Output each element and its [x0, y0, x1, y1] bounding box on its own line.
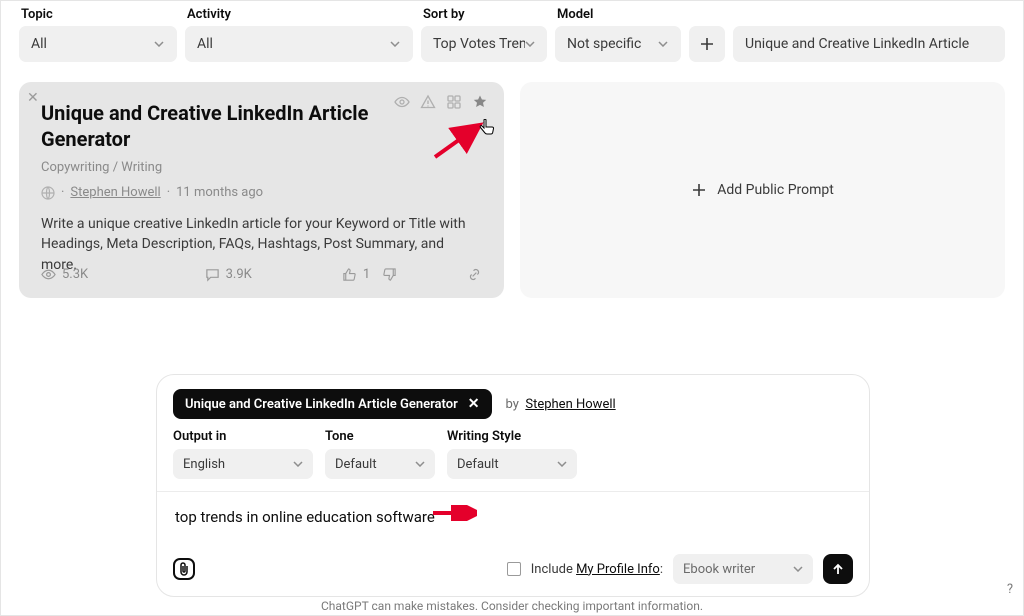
comment-icon — [205, 267, 220, 282]
include-checkbox[interactable] — [507, 562, 521, 576]
warning-icon[interactable] — [420, 94, 436, 110]
thumbs-down-icon[interactable] — [382, 267, 397, 282]
query-text: top trends in online education software — [175, 508, 435, 526]
style-select[interactable]: Default — [447, 449, 577, 479]
likes-count: 1 — [363, 267, 370, 282]
tone-select[interactable]: Default — [325, 449, 435, 479]
add-prompt-label: Add Public Prompt — [717, 182, 834, 198]
plus-icon — [700, 37, 714, 51]
chevron-down-icon — [793, 566, 803, 572]
by-label: by — [506, 397, 519, 412]
model-label: Model — [555, 7, 681, 22]
chevron-down-icon — [153, 38, 165, 50]
compose-panel: Unique and Creative LinkedIn Article Gen… — [156, 374, 870, 597]
eye-icon[interactable] — [394, 94, 410, 110]
stat-comments: 3.9K — [205, 267, 252, 282]
eye-icon — [41, 267, 56, 282]
style-value: Default — [457, 457, 499, 472]
filter-bar: Topic All Activity All Sort by Top Votes… — [1, 1, 1023, 70]
comments-count: 3.9K — [226, 267, 252, 282]
star-icon[interactable] — [472, 94, 488, 110]
prompt-meta: · Stephen Howell · 11 months ago — [41, 185, 482, 200]
profile-link[interactable]: My Profile Info — [576, 562, 660, 577]
help-button[interactable]: ? — [1007, 582, 1013, 597]
prompt-age: 11 months ago — [176, 185, 263, 200]
grid-icon[interactable] — [446, 94, 462, 110]
chip-close-icon[interactable]: ✕ — [468, 396, 480, 412]
stat-views: 5.3K — [41, 267, 88, 282]
card-grid: ✕ Unique and Creative LinkedIn Article G… — [1, 70, 1023, 310]
prompt-category: Copywriting / Writing — [41, 160, 482, 175]
close-icon[interactable]: ✕ — [27, 90, 39, 106]
prompt-stats: 5.3K 3.9K 1 — [41, 267, 482, 282]
thumbs-up-icon[interactable] — [342, 267, 357, 282]
prompt-card[interactable]: ✕ Unique and Creative LinkedIn Article G… — [19, 82, 504, 298]
sort-label: Sort by — [421, 7, 547, 22]
chevron-down-icon — [525, 38, 535, 50]
attach-button[interactable] — [173, 558, 195, 580]
tone-value: Default — [335, 457, 377, 472]
plus-icon — [691, 182, 707, 198]
add-filter-button[interactable] — [689, 26, 725, 62]
tone-label: Tone — [325, 429, 435, 444]
query-input[interactable]: top trends in online education software — [173, 504, 853, 530]
stat-likes: 1 — [342, 267, 397, 282]
model-value: Not specific — [567, 36, 641, 52]
arrow-up-icon — [831, 562, 845, 576]
sort-select[interactable]: Top Votes Trendin — [421, 26, 547, 62]
search-value: Unique and Creative LinkedIn Article — [745, 36, 969, 52]
prompt-description: Write a unique creative LinkedIn article… — [41, 214, 482, 275]
prompt-author[interactable]: Stephen Howell — [70, 185, 160, 200]
chevron-down-icon — [389, 38, 401, 50]
search-input[interactable]: Unique and Creative LinkedIn Article — [733, 26, 1005, 62]
chevron-down-icon — [657, 38, 669, 50]
views-count: 5.3K — [62, 267, 88, 282]
topic-label: Topic — [19, 7, 177, 22]
chevron-down-icon — [557, 461, 567, 467]
card-action-icons — [394, 94, 488, 110]
link-icon[interactable] — [467, 267, 482, 282]
sort-value: Top Votes Trendin — [433, 36, 525, 52]
style-label: Writing Style — [447, 429, 577, 444]
chip-label: Unique and Creative LinkedIn Article Gen… — [185, 397, 458, 412]
topic-value: All — [31, 36, 47, 52]
include-text: Include — [531, 562, 573, 577]
role-value: Ebook writer — [683, 562, 755, 577]
chevron-down-icon — [293, 461, 303, 467]
model-select[interactable]: Not specific — [555, 26, 681, 62]
byline-author[interactable]: Stephen Howell — [525, 397, 615, 412]
disclaimer: ChatGPT can make mistakes. Consider chec… — [1, 599, 1023, 613]
activity-select[interactable]: All — [185, 26, 413, 62]
output-value: English — [183, 457, 225, 472]
topic-select[interactable]: All — [19, 26, 177, 62]
add-public-prompt-card[interactable]: Add Public Prompt — [520, 82, 1005, 298]
paperclip-icon — [178, 562, 190, 576]
send-button[interactable] — [823, 554, 853, 584]
output-label: Output in — [173, 429, 313, 444]
output-select[interactable]: English — [173, 449, 313, 479]
role-select[interactable]: Ebook writer — [673, 554, 813, 584]
active-prompt-chip: Unique and Creative LinkedIn Article Gen… — [173, 389, 492, 419]
divider — [157, 491, 869, 492]
activity-value: All — [197, 36, 213, 52]
globe-icon — [41, 186, 55, 200]
include-label: Include My Profile Info: — [531, 562, 663, 577]
chevron-down-icon — [415, 461, 425, 467]
activity-label: Activity — [185, 7, 413, 22]
byline: by Stephen Howell — [506, 397, 616, 412]
